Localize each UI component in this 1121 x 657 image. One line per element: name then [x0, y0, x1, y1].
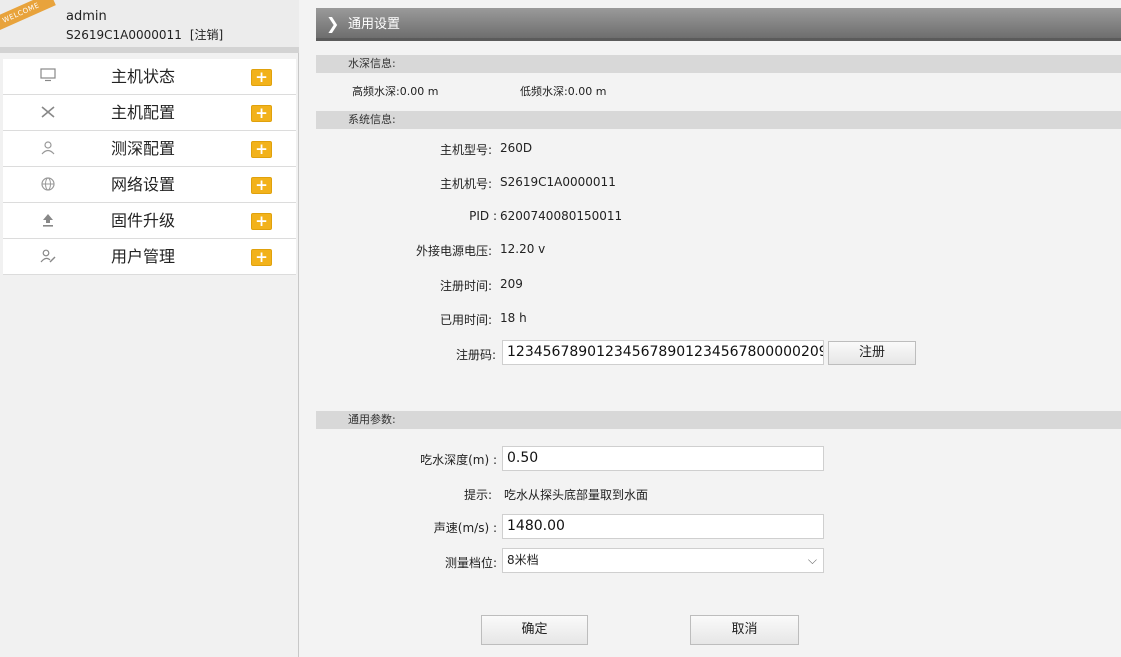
- sidebar-item-users[interactable]: 用户管理 +: [3, 239, 296, 275]
- range-select-value: 8米档: [507, 553, 539, 567]
- reg-code-label: 注册码:: [455, 348, 496, 362]
- voltage-value: 12.20 v: [500, 242, 546, 256]
- water-depth-heading: 水深信息:: [316, 55, 1121, 73]
- sidebar-item-firmware[interactable]: 固件升级 +: [3, 203, 296, 239]
- page-title: 通用设置: [348, 17, 401, 32]
- sidebar-item-label: 网络设置: [111, 175, 176, 194]
- username: admin: [66, 9, 107, 24]
- sound-speed-label: 声速(m/s) :: [433, 521, 497, 535]
- model-label: 主机型号:: [439, 143, 492, 157]
- expand-plus-icon[interactable]: +: [251, 105, 272, 122]
- expand-plus-icon[interactable]: +: [251, 177, 272, 194]
- globe-icon: [39, 176, 57, 194]
- sidebar-item-sounding-config[interactable]: 测深配置 +: [3, 131, 296, 167]
- reg-time-label: 注册时间:: [439, 279, 492, 293]
- serial-label: 主机机号:: [439, 177, 492, 191]
- pid-value: 6200740080150011: [500, 209, 623, 223]
- sound-speed-input[interactable]: 1480.00: [502, 514, 824, 539]
- user-edit-icon: [39, 248, 57, 266]
- model-value: 260D: [500, 141, 533, 155]
- high-freq-depth: 高频水深:0.00 m: [352, 85, 439, 98]
- sidebar-item-label: 主机状态: [111, 67, 176, 86]
- sidebar-item-label: 用户管理: [111, 247, 176, 266]
- sidebar-item-label: 固件升级: [111, 211, 176, 230]
- upload-icon: [39, 212, 57, 230]
- cancel-button[interactable]: 取消: [690, 615, 799, 645]
- sidebar-item-host-config[interactable]: 主机配置 +: [3, 95, 296, 131]
- chevron-down-icon: ⌵: [807, 553, 817, 567]
- user-serial-line: S2619C1A0000011 [注销]: [66, 26, 223, 43]
- draft-input[interactable]: 0.50: [502, 446, 824, 471]
- sidebar-item-network[interactable]: 网络设置 +: [3, 167, 296, 203]
- reg-time-value: 209: [500, 277, 523, 291]
- welcome-text: WELCOME: [0, 0, 56, 32]
- range-label: 测量档位:: [444, 556, 497, 570]
- sidebar-item-label: 测深配置: [111, 139, 176, 158]
- page-title-bar: ❯ 通用设置: [316, 8, 1121, 41]
- hint-label: 提示:: [463, 488, 492, 502]
- used-time-label: 已用时间:: [439, 313, 492, 327]
- users-icon: [39, 140, 57, 158]
- pid-label: PID :: [469, 209, 497, 223]
- sidebar-menu: 主机状态 + 主机配置 + 测深配置 + 网络设置 + 固件升级 + 用户管理 …: [3, 59, 296, 275]
- draft-label: 吃水深度(m) :: [420, 453, 497, 467]
- serial-value: S2619C1A0000011: [500, 175, 616, 189]
- expand-plus-icon[interactable]: +: [251, 213, 272, 230]
- user-panel: WELCOME admin S2619C1A0000011 [注销]: [0, 0, 299, 53]
- voltage-label: 外接电源电压:: [415, 244, 492, 258]
- sidebar-item-host-status[interactable]: 主机状态 +: [3, 59, 296, 95]
- hint-text: 吃水从探头底部量取到水面: [504, 488, 649, 502]
- range-select[interactable]: 8米档 ⌵: [502, 548, 824, 573]
- main-content: ❯ 通用设置 水深信息: 高频水深:0.00 m 低频水深:0.00 m 系统信…: [300, 0, 1121, 657]
- user-serial: S2619C1A0000011: [66, 28, 182, 42]
- reg-code-input[interactable]: 12345678901234567890123456780000020​9: [502, 340, 824, 365]
- sidebar: WELCOME admin S2619C1A0000011 [注销] 主机状态 +…: [0, 0, 299, 657]
- used-time-value: 18 h: [500, 311, 527, 325]
- chevron-right-icon: ❯: [326, 14, 340, 33]
- expand-plus-icon[interactable]: +: [251, 141, 272, 158]
- expand-plus-icon[interactable]: +: [251, 69, 272, 86]
- register-button[interactable]: 注册: [828, 341, 916, 365]
- sidebar-item-label: 主机配置: [111, 103, 176, 122]
- tools-icon: [39, 104, 57, 122]
- monitor-icon: [39, 68, 57, 86]
- welcome-ribbon: WELCOME: [0, 0, 58, 32]
- logout-link[interactable]: [注销]: [190, 28, 223, 42]
- ok-button[interactable]: 确定: [481, 615, 588, 645]
- expand-plus-icon[interactable]: +: [251, 249, 272, 266]
- general-params-heading: 通用参数:: [316, 411, 1121, 429]
- system-info-heading: 系统信息:: [316, 111, 1121, 129]
- low-freq-depth: 低频水深:0.00 m: [520, 85, 607, 98]
